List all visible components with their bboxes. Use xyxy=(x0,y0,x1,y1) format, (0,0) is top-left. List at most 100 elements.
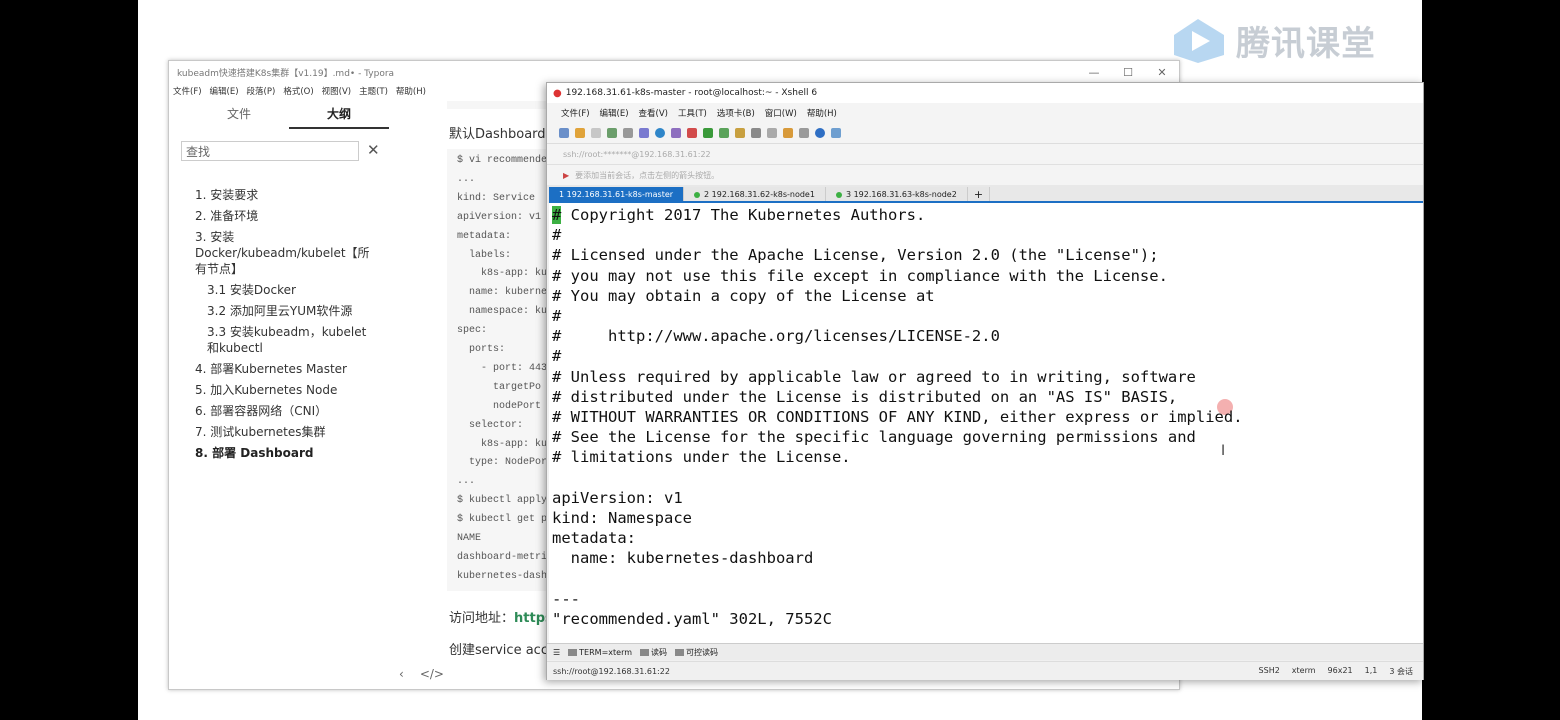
chevron-left-icon[interactable]: ‹ xyxy=(399,667,404,681)
outline-item[interactable]: 1. 安装要求 xyxy=(195,187,375,203)
menu-help[interactable]: 帮助(H) xyxy=(396,85,426,97)
menu-lines-icon[interactable]: ☰ xyxy=(553,648,560,657)
terminal-line: "recommended.yaml" 302L, 7552C xyxy=(552,610,832,628)
globe-icon[interactable] xyxy=(655,128,665,138)
code-line: type: NodePort xyxy=(457,457,554,469)
session-hint-bar: ▶ 要添加当前会话，点击左侧的箭头按钮。 xyxy=(547,165,1423,185)
help-icon[interactable] xyxy=(815,128,825,138)
outline-item[interactable]: 3.2 添加阿里云YUM软件源 xyxy=(195,303,375,319)
compose-term[interactable]: TERM=xterm xyxy=(568,648,632,657)
connected-dot-icon xyxy=(694,192,701,198)
code-line: $ kubectl get po xyxy=(457,514,554,526)
xmenu-view[interactable]: 查看(V) xyxy=(639,107,668,119)
xshell-app-icon: ● xyxy=(553,87,562,99)
outline-search-input[interactable]: 查找 xyxy=(181,141,359,161)
menu-paragraph[interactable]: 段落(P) xyxy=(247,85,276,97)
code-line: ... xyxy=(457,173,476,185)
tencent-classroom-logo-icon xyxy=(1174,18,1224,63)
lock-icon[interactable] xyxy=(735,128,745,138)
xshell-window: ● 192.168.31.61-k8s-master - root@localh… xyxy=(546,82,1424,680)
outline-item[interactable]: 3.1 安装Docker xyxy=(195,282,375,298)
tab-files[interactable]: 文件 xyxy=(189,101,289,129)
status-position: 1,1 xyxy=(1364,665,1378,675)
code-line: - port: 443 xyxy=(457,362,548,374)
xmenu-tabs[interactable]: 选项卡(B) xyxy=(717,107,755,119)
terminal-line: # xyxy=(552,307,562,325)
font-icon[interactable] xyxy=(671,128,681,138)
xftp-icon[interactable] xyxy=(687,128,697,138)
text-cursor-icon: I xyxy=(1221,443,1226,459)
folder-icon xyxy=(675,648,685,656)
bookmark-icon[interactable]: ▶ xyxy=(563,171,569,180)
xmenu-edit[interactable]: 编辑(E) xyxy=(600,107,629,119)
new-session-icon[interactable] xyxy=(559,128,569,138)
menu-format[interactable]: 格式(O) xyxy=(283,85,313,97)
keyboard-icon[interactable] xyxy=(751,128,761,138)
code-line: nodePort xyxy=(457,400,542,412)
menu-theme[interactable]: 主题(T) xyxy=(359,85,388,97)
outline-item-active[interactable]: 8. 部署 Dashboard xyxy=(195,445,375,461)
open-folder-icon[interactable] xyxy=(575,128,585,138)
code-line: targetPo xyxy=(457,381,542,393)
code-line: metadata: xyxy=(457,230,512,242)
menu-edit[interactable]: 编辑(E) xyxy=(210,85,239,97)
maximize-button[interactable]: ☐ xyxy=(1111,66,1145,79)
access-label: 访问地址： xyxy=(449,611,515,626)
script-icon[interactable] xyxy=(767,128,777,138)
xmenu-tools[interactable]: 工具(T) xyxy=(678,107,707,119)
transfer-icon[interactable] xyxy=(783,128,793,138)
code-line: labels: xyxy=(457,249,512,261)
address-bar[interactable]: ssh://root:*******@192.168.31.61:22 xyxy=(547,144,1423,165)
terminal-line: # Licensed under the Apache License, Ver… xyxy=(552,246,1159,265)
watermark-text: 腾讯课堂 xyxy=(1236,24,1376,64)
outline-item[interactable]: 6. 部署容器网络（CNI） xyxy=(195,403,375,419)
xmenu-help[interactable]: 帮助(H) xyxy=(807,107,837,119)
typora-titlebar: kubeadm快速搭建K8s集群【v1.19】.md• - Typora — ☐… xyxy=(169,61,1179,83)
code-line: $ kubectl apply xyxy=(457,495,548,507)
search-icon[interactable] xyxy=(623,128,633,138)
menu-file[interactable]: 文件(F) xyxy=(173,85,202,97)
terminal-line: # WITHOUT WARRANTIES OR CONDITIONS OF AN… xyxy=(552,408,1243,426)
address-text: ssh://root:*******@192.168.31.61:22 xyxy=(563,149,711,159)
terminal-line: metadata: xyxy=(552,529,636,548)
terminal-line: # http://www.apache.org/licenses/LICENSE… xyxy=(552,327,1000,346)
compose-term-label: TERM=xterm xyxy=(579,647,633,657)
folder-icon xyxy=(568,648,578,656)
fullscreen-icon[interactable] xyxy=(719,128,729,138)
xshell-titlebar: ● 192.168.31.61-k8s-master - root@localh… xyxy=(547,83,1423,103)
properties-icon[interactable] xyxy=(639,128,649,138)
close-icon[interactable]: ✕ xyxy=(367,141,380,159)
compose-ctrl[interactable]: 可控读码 xyxy=(675,647,718,658)
source-code-icon[interactable]: </> xyxy=(420,667,444,681)
xshell-toolbar xyxy=(547,123,1423,144)
xmanager-icon[interactable] xyxy=(703,128,713,138)
tab-outline[interactable]: 大纲 xyxy=(289,101,389,129)
code-line: name: kubernet xyxy=(457,287,554,299)
chat-icon[interactable] xyxy=(831,128,841,138)
xmenu-file[interactable]: 文件(F) xyxy=(561,107,590,119)
xshell-title: 192.168.31.61-k8s-master - root@localhos… xyxy=(565,88,818,98)
compose-ctrl-label: 可控读码 xyxy=(686,647,719,657)
outline-item[interactable]: 3. 安装Docker/kubeadm/kubelet【所有节点】 xyxy=(195,229,375,277)
status-connection: ssh://root@192.168.31.61:22 xyxy=(553,666,670,676)
outline-item[interactable]: 2. 准备环境 xyxy=(195,208,375,224)
disconnect-icon[interactable] xyxy=(591,128,601,138)
watermark: 腾讯课堂 xyxy=(1170,16,1376,65)
close-button[interactable]: ✕ xyxy=(1145,66,1179,79)
code-line: k8s-app: ku xyxy=(457,438,548,450)
typora-title: kubeadm快速搭建K8s集群【v1.19】.md• - Typora xyxy=(177,68,395,79)
minimize-button[interactable]: — xyxy=(1077,66,1111,79)
reconnect-icon[interactable] xyxy=(607,128,617,138)
menu-view[interactable]: 视图(V) xyxy=(322,85,351,97)
outline-item[interactable]: 4. 部署Kubernetes Master xyxy=(195,361,375,377)
terminal-area[interactable]: I # Copyright 2017 The Kubernetes Author… xyxy=(549,201,1423,643)
outline-item[interactable]: 3.3 安装kubeadm，kubelet和kubectl xyxy=(195,324,375,356)
code-line: k8s-app: ku xyxy=(457,268,548,280)
compose-read[interactable]: 读码 xyxy=(640,647,667,658)
outline-item[interactable]: 7. 测试kubernetes集群 xyxy=(195,424,375,440)
terminal-line: # Unless required by applicable law or a… xyxy=(552,367,1196,386)
outline-list: 1. 安装要求 2. 准备环境 3. 安装Docker/kubeadm/kube… xyxy=(195,187,375,466)
xmenu-window[interactable]: 窗口(W) xyxy=(765,107,797,119)
outline-item[interactable]: 5. 加入Kubernetes Node xyxy=(195,382,375,398)
layout-icon[interactable] xyxy=(799,128,809,138)
